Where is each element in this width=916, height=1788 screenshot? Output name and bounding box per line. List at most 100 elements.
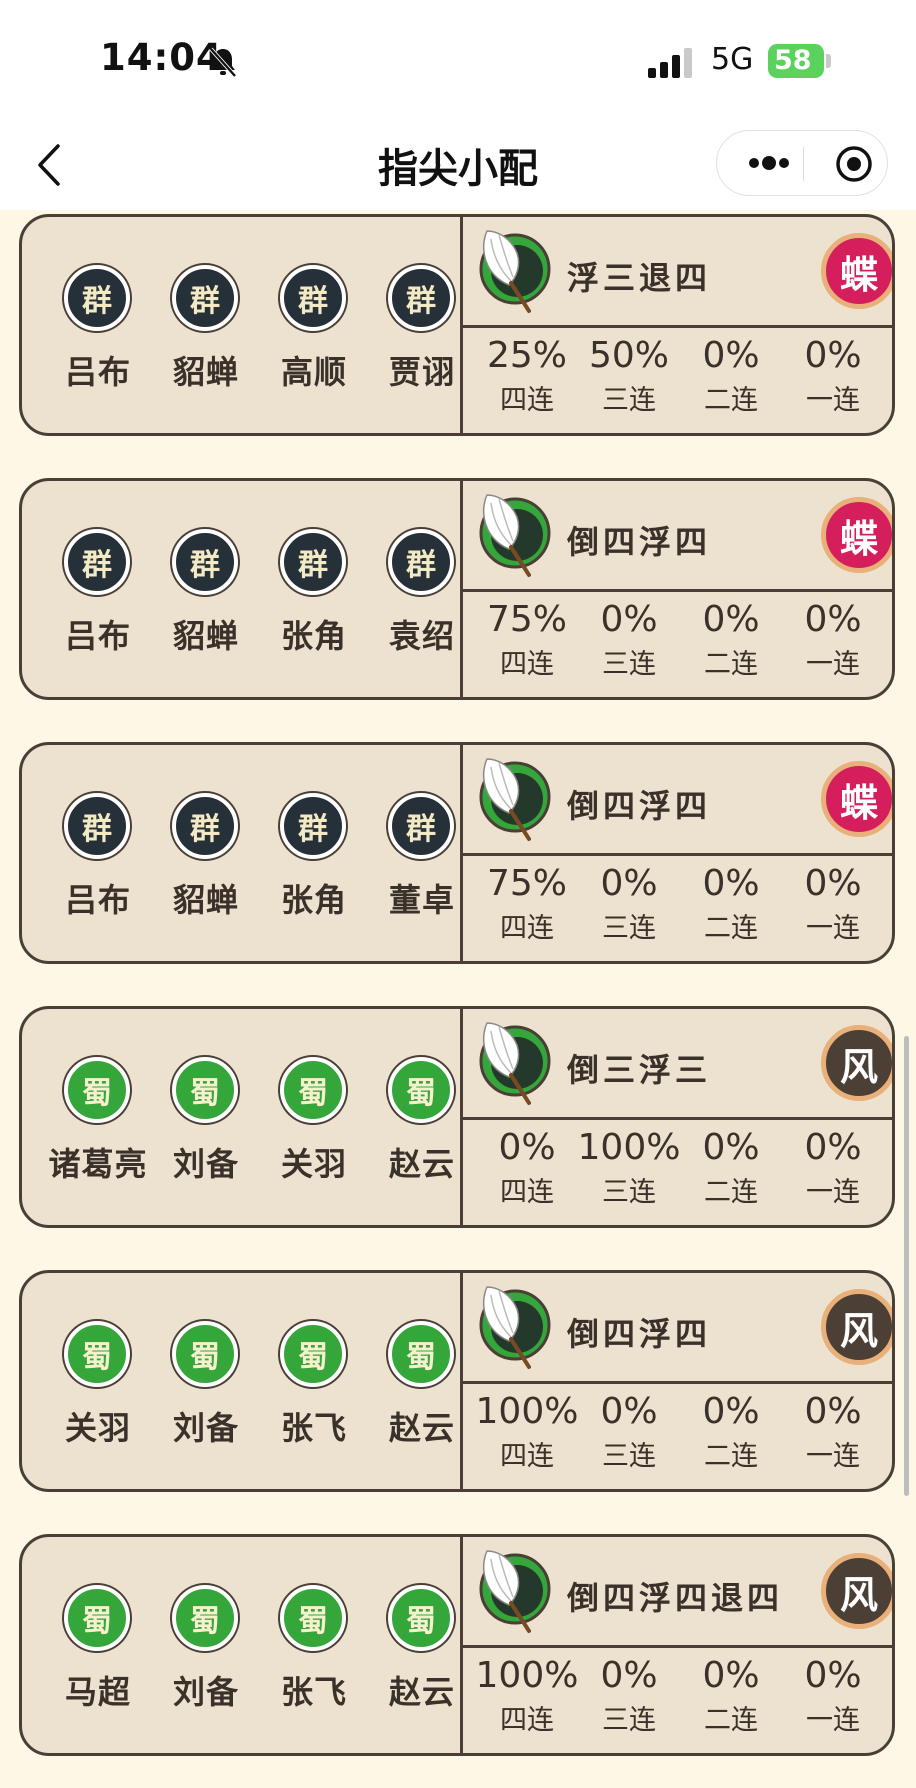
hero-item[interactable]: 群貂蝉: [152, 529, 260, 679]
combo-stat: 0% 一连: [781, 1391, 885, 1473]
stat-divider: [463, 1117, 892, 1120]
combo-stat: 0% 二连: [679, 1127, 783, 1209]
faction-badge: 蜀: [172, 1585, 238, 1651]
combo-percent: 50%: [588, 335, 669, 376]
target-circle-icon[interactable]: [835, 145, 873, 183]
faction-badge: 蜀: [280, 1585, 346, 1651]
hero-item[interactable]: 蜀关羽: [44, 1321, 152, 1471]
faction-badge: 蜀: [64, 1321, 130, 1387]
faction-badge: 群: [172, 265, 238, 331]
scrollbar[interactable]: [904, 1036, 909, 1496]
combo-percent: 0%: [600, 1655, 658, 1696]
combo-percent: 0%: [702, 863, 760, 904]
combo-percent: 100%: [475, 1391, 579, 1432]
faction-badge: 蜀: [64, 1585, 130, 1651]
hero-item[interactable]: 群张角: [260, 529, 368, 679]
hero-item[interactable]: 群吕布: [44, 529, 152, 679]
stat-divider: [463, 853, 892, 856]
combo-stat: 100% 三连: [577, 1127, 681, 1209]
feather-fan-icon: [477, 753, 553, 843]
combo-stat: 25% 四连: [475, 335, 579, 417]
combo-label: 四连: [500, 385, 554, 416]
combo-stat: 0% 三连: [577, 1655, 681, 1737]
network-label: 5G: [711, 42, 754, 77]
hero-item[interactable]: 蜀刘备: [152, 1585, 260, 1735]
combo-stat: 0% 三连: [577, 599, 681, 681]
hero-item[interactable]: 蜀刘备: [152, 1321, 260, 1471]
hero-group: 蜀关羽蜀刘备蜀张飞蜀赵云: [22, 1273, 460, 1489]
combo-stat: 0% 一连: [781, 599, 885, 681]
faction-badge: 蜀: [388, 1321, 454, 1387]
faction-badge: 蜀: [172, 1321, 238, 1387]
combo-label: 三连: [602, 649, 656, 680]
formation-label: 倒四浮四: [567, 1315, 712, 1353]
hero-item[interactable]: 群貂蝉: [152, 265, 260, 415]
faction-badge: 群: [388, 265, 454, 331]
seal-badge: 风: [821, 1289, 892, 1365]
capsule-divider: [803, 147, 804, 181]
combo-stat: 0% 三连: [577, 1391, 681, 1473]
hero-item[interactable]: 蜀张飞: [260, 1321, 368, 1471]
battery-tip: [826, 54, 831, 68]
combo-stat: 50% 三连: [577, 335, 681, 417]
faction-badge: 群: [64, 793, 130, 859]
lineup-card[interactable]: 蜀马超蜀刘备蜀张飞蜀赵云 倒四浮四退四风 100% 四连 0% 三连 0% 二连 0% 一连: [19, 1534, 895, 1756]
stat-divider: [463, 1645, 892, 1648]
faction-badge: 蜀: [172, 1057, 238, 1123]
hero-item[interactable]: 群吕布: [44, 793, 152, 943]
combo-label: 三连: [602, 1441, 656, 1472]
hero-item[interactable]: 蜀马超: [44, 1585, 152, 1735]
more-icon[interactable]: [747, 155, 791, 171]
combo-label: 三连: [602, 1705, 656, 1736]
faction-badge: 群: [280, 265, 346, 331]
lineup-card[interactable]: 群吕布群貂蝉群张角群董卓 倒四浮四 蝶 75% 四连 0% 三连 0% 二连 0% 一连: [19, 742, 895, 964]
hero-item[interactable]: 群张角: [260, 793, 368, 943]
signal-icon: [648, 48, 692, 78]
hero-item[interactable]: 蜀张飞: [260, 1585, 368, 1735]
lineup-card[interactable]: 群吕布群貂蝉群张角群袁绍 倒四浮四 蝶 75% 四连 0% 三连 0% 二连 0% 一连: [19, 478, 895, 700]
hero-item[interactable]: 蜀刘备: [152, 1057, 260, 1207]
combo-stat: 0% 二连: [679, 1391, 783, 1473]
combo-label: 二连: [704, 1705, 758, 1736]
combo-percent: 100%: [577, 1127, 681, 1168]
combo-stat: 75% 四连: [475, 599, 579, 681]
hero-item[interactable]: 蜀关羽: [260, 1057, 368, 1207]
formation-label: 倒四浮四: [567, 523, 712, 561]
combo-stat: 0% 四连: [475, 1127, 579, 1209]
lineup-card[interactable]: 蜀关羽蜀刘备蜀张飞蜀赵云 倒四浮四 风 100% 四连 0% 三连 0% 二连 0% 一连: [19, 1270, 895, 1492]
combo-stat: 75% 四连: [475, 863, 579, 945]
feather-fan-icon: [477, 1281, 553, 1371]
formation-panel: 倒四浮四 蝶 75% 四连 0% 三连 0% 二连 0% 一连: [463, 745, 892, 961]
hero-item[interactable]: 群吕布: [44, 265, 152, 415]
combo-label: 四连: [500, 1441, 554, 1472]
combo-stat: 0% 二连: [679, 335, 783, 417]
hero-item[interactable]: 群貂蝉: [152, 793, 260, 943]
combo-label: 一连: [806, 649, 860, 680]
hero-item[interactable]: 蜀诸葛亮: [44, 1057, 152, 1207]
stat-divider: [463, 1381, 892, 1384]
lineup-card[interactable]: 蜀诸葛亮蜀刘备蜀关羽蜀赵云 倒三浮三 风 0% 四连 100% 三连 0% 二连 0% 一连: [19, 1006, 895, 1228]
hero-group: 群吕布群貂蝉群高顺群贾诩: [22, 217, 460, 433]
feather-fan-icon: [477, 1017, 553, 1107]
seal-badge: 风: [821, 1553, 892, 1629]
hero-group: 群吕布群貂蝉群张角群董卓: [22, 745, 460, 961]
formation-panel: 倒三浮三 风 0% 四连 100% 三连 0% 二连 0% 一连: [463, 1009, 892, 1225]
combo-label: 四连: [500, 1177, 554, 1208]
feather-fan-icon: [477, 1545, 553, 1635]
lineup-card[interactable]: 群吕布群貂蝉群高顺群贾诩 浮三退四 蝶 25% 四连 50% 三连 0% 二连 0% 一连: [19, 214, 895, 436]
combo-percent: 0%: [600, 863, 658, 904]
formation-label: 倒三浮三: [567, 1051, 712, 1089]
combo-percent: 0%: [702, 335, 760, 376]
formation-panel: 浮三退四 蝶 25% 四连 50% 三连 0% 二连 0% 一连: [463, 217, 892, 433]
faction-badge: 蜀: [280, 1321, 346, 1387]
seal-badge: 风: [821, 1025, 892, 1101]
combo-percent: 100%: [475, 1655, 579, 1696]
status-bar: 14:04 5G 58: [0, 0, 916, 120]
combo-stat: 0% 二连: [679, 599, 783, 681]
stat-divider: [463, 589, 892, 592]
hero-item[interactable]: 群高顺: [260, 265, 368, 415]
combo-percent: 0%: [600, 1391, 658, 1432]
combo-label: 二连: [704, 1177, 758, 1208]
combo-label: 一连: [806, 1177, 860, 1208]
battery-indicator: 58: [768, 44, 824, 78]
